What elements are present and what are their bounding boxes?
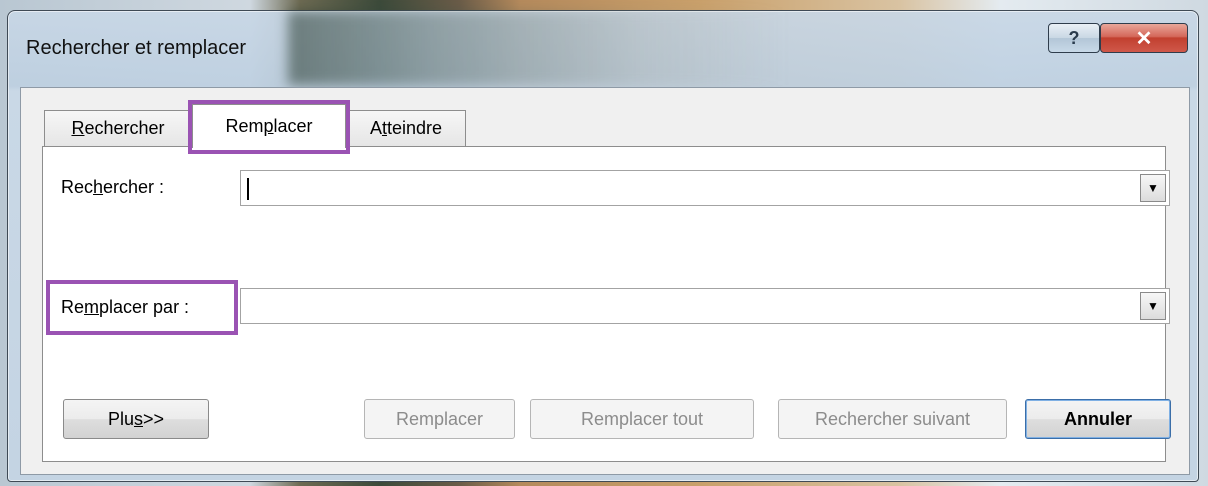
find-replace-dialog: Rechercher et remplacer ? ✕ Rechercher R… (7, 10, 1199, 482)
replace-label: Remplacer par : (61, 297, 190, 317)
replace-all-button[interactable]: Remplacer tout (530, 399, 754, 439)
tab-remplacer-mnemonic: p (263, 116, 274, 136)
chevron-down-icon: ▼ (1147, 181, 1159, 195)
dialog-client-area: Rechercher Rem p lacer At teindre Recherche… (20, 87, 1190, 475)
tab-remplacer[interactable]: Rem p lacer (192, 104, 346, 148)
tab-rechercher[interactable]: Rechercher (44, 110, 192, 146)
replace-button[interactable]: Remplacer (364, 399, 515, 439)
close-button[interactable]: ✕ (1100, 23, 1188, 53)
dialog-title: Rechercher et remplacer (26, 37, 247, 59)
title-bar-glass (288, 11, 788, 85)
help-icon: ? (1068, 27, 1080, 48)
text-caret (247, 178, 249, 200)
tab-atteindre[interactable]: At teindre (346, 110, 466, 146)
help-button[interactable]: ? (1048, 23, 1100, 53)
close-icon: ✕ (1135, 27, 1153, 50)
replace-input[interactable]: ▼ (240, 288, 1170, 324)
chevron-down-icon: ▼ (1147, 299, 1159, 313)
replace-dropdown-button[interactable]: ▼ (1140, 292, 1166, 320)
find-next-button[interactable]: Rechercher suivant (778, 399, 1007, 439)
cancel-button[interactable]: Annuler (1025, 399, 1171, 439)
find-input[interactable]: ▼ (240, 170, 1170, 206)
more-options-button[interactable]: Plu s >> (63, 399, 209, 439)
find-label: Rechercher : (61, 177, 165, 197)
find-dropdown-button[interactable]: ▼ (1140, 174, 1166, 202)
tab-rechercher-mnemonic: R (71, 118, 85, 138)
